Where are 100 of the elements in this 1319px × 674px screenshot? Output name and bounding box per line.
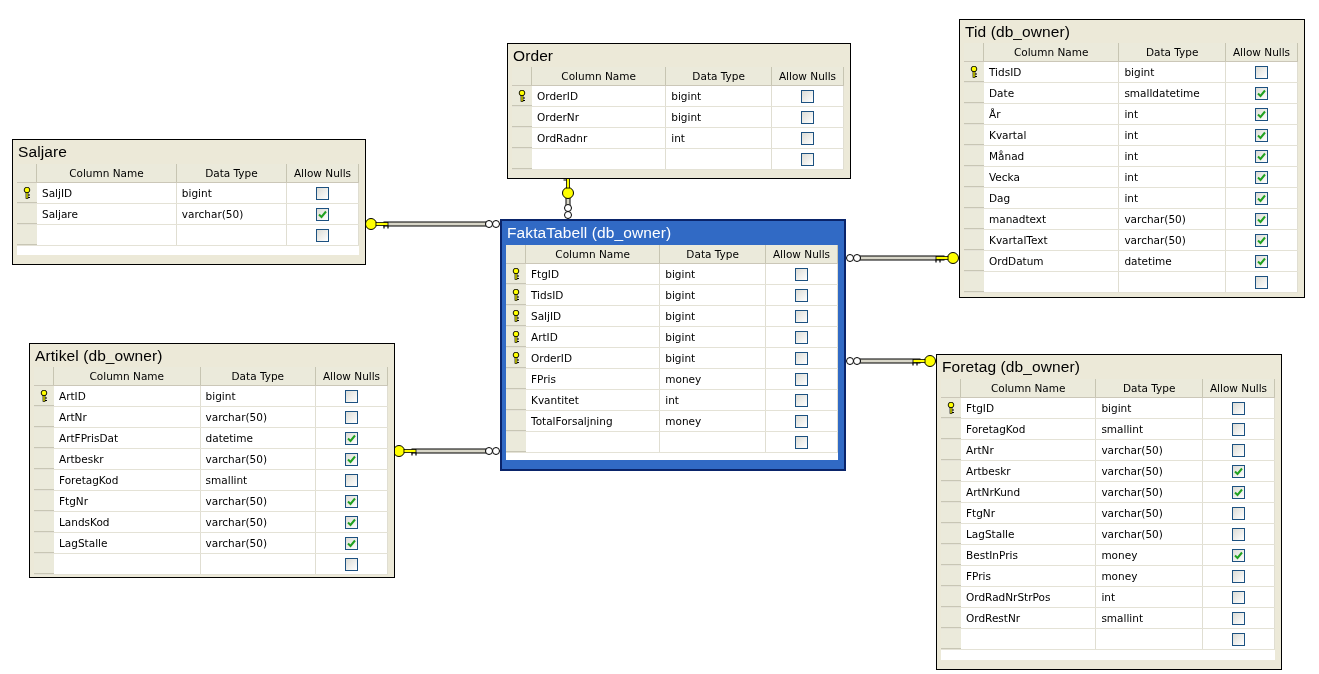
column-header[interactable]: Column Name [532,67,667,85]
allow-nulls-checkbox[interactable] [345,452,358,466]
table-cell: int [1119,167,1226,187]
allow-nulls-checkbox[interactable] [1255,212,1268,226]
allow-nulls-checkbox[interactable] [345,557,358,571]
allow-nulls-checkbox[interactable] [795,372,808,386]
column-header[interactable]: Column Name [961,379,1097,397]
allow-nulls-checkbox[interactable] [1255,86,1268,100]
row-selector[interactable] [512,86,532,106]
allow-nulls-checkbox[interactable] [1255,128,1268,142]
table-cell: bigint [1096,398,1203,418]
allow-nulls-checkbox[interactable] [795,351,808,365]
allow-nulls-checkbox[interactable] [795,393,808,407]
allow-nulls-checkbox[interactable] [1255,275,1268,289]
allow-nulls-checkbox[interactable] [1255,191,1268,205]
row-selector[interactable] [506,348,526,368]
table-panel[interactable]: FaktaTabell (db_owner) Column Name Data Type Allow Nulls FtgID bigint TidsID bigint SaljID bigint ArtID bigint OrderID bigint FPris money Kvantitet int TotalForsaljning money [500,219,846,471]
row-selector[interactable] [941,398,961,418]
table-cell: varchar(50) [200,407,316,427]
allow-nulls-checkbox[interactable] [1232,611,1245,625]
allow-nulls-checkbox[interactable] [801,152,814,166]
allow-nulls-checkbox[interactable] [795,330,808,344]
allow-nulls-checkbox[interactable] [1232,569,1245,583]
allow-nulls-checkbox[interactable] [1255,233,1268,247]
table-cell: int [1119,146,1226,166]
allow-nulls-checkbox[interactable] [801,89,814,103]
table-cell: money [660,411,766,431]
table-cell: bigint [176,183,287,203]
table-cell: bigint [660,348,766,368]
column-header[interactable]: Allow Nulls [1226,43,1298,61]
column-header[interactable]: Data Type [176,164,287,182]
allow-nulls-checkbox[interactable] [345,494,358,508]
table-cell: bigint [660,264,766,284]
allow-nulls-checkbox[interactable] [1255,65,1268,79]
column-header[interactable]: Column Name [54,367,201,385]
table-cell: bigint [1119,62,1226,82]
allow-nulls-checkbox[interactable] [345,389,358,403]
row-selector[interactable] [506,327,526,347]
allow-nulls-checkbox[interactable] [345,410,358,424]
column-header[interactable]: Allow Nulls [1203,379,1275,397]
allow-nulls-checkbox[interactable] [795,435,808,449]
table-cell: OrdDatum [984,251,1120,271]
column-header[interactable]: Column Name [526,245,661,263]
table-panel[interactable]: Order Column Name Data Type Allow Nulls OrderID bigint OrderNr bigint OrdRadnr int [507,43,851,179]
column-header[interactable]: Column Name [37,164,177,182]
column-header[interactable]: Column Name [984,43,1120,61]
allow-nulls-checkbox[interactable] [801,131,814,145]
row-selector[interactable] [506,285,526,305]
table-cell: int [1119,125,1226,145]
allow-nulls-checkbox[interactable] [795,309,808,323]
column-header[interactable]: Data Type [660,245,766,263]
allow-nulls-checkbox[interactable] [1232,548,1245,562]
allow-nulls-checkbox[interactable] [1255,107,1268,121]
allow-nulls-checkbox[interactable] [795,414,808,428]
table-cell: int [1096,587,1203,607]
allow-nulls-checkbox[interactable] [1255,254,1268,268]
column-header[interactable]: Allow Nulls [287,164,359,182]
row-selector[interactable] [964,62,984,82]
allow-nulls-checkbox[interactable] [1255,149,1268,163]
allow-nulls-checkbox[interactable] [1232,506,1245,520]
column-header[interactable]: Allow Nulls [766,245,838,263]
table-cell: manadtext [984,209,1120,229]
column-header[interactable]: Allow Nulls [772,67,844,85]
allow-nulls-checkbox[interactable] [345,536,358,550]
column-header[interactable]: Data Type [666,67,772,85]
allow-nulls-checkbox[interactable] [345,515,358,529]
allow-nulls-checkbox[interactable] [801,110,814,124]
table-panel[interactable]: Tid (db_owner) Column Name Data Type Allow Nulls TidsID bigint Date smalldatetime År int Kvartal int Månad int Vecka int Dag int manadtext varchar(50) KvartalText varchar(50) OrdDatum datetime [959,19,1305,298]
row-selector[interactable] [17,183,37,203]
table-cell: int [1119,104,1226,124]
row-selector[interactable] [34,386,54,406]
column-header[interactable]: Allow Nulls [316,367,388,385]
table-cell: varchar(50) [1096,524,1203,544]
allow-nulls-checkbox[interactable] [345,473,358,487]
column-header[interactable]: Data Type [1096,379,1203,397]
table-cell: smallint [1096,608,1203,628]
allow-nulls-checkbox[interactable] [1232,401,1245,415]
table-panel[interactable] [29,343,395,578]
row-selector[interactable] [506,264,526,284]
allow-nulls-checkbox[interactable] [795,267,808,281]
allow-nulls-checkbox[interactable] [795,288,808,302]
column-header[interactable]: Data Type [1119,43,1226,61]
allow-nulls-checkbox[interactable] [316,228,329,242]
allow-nulls-checkbox[interactable] [345,431,358,445]
table-cell: FPris [526,369,661,389]
allow-nulls-checkbox[interactable] [1232,422,1245,436]
allow-nulls-checkbox[interactable] [316,186,329,200]
allow-nulls-checkbox[interactable] [1232,464,1245,478]
allow-nulls-checkbox[interactable] [1232,527,1245,541]
allow-nulls-checkbox[interactable] [316,207,329,221]
column-header[interactable]: Data Type [200,367,316,385]
table-panel[interactable] [936,354,1282,670]
allow-nulls-checkbox[interactable] [1232,443,1245,457]
allow-nulls-checkbox[interactable] [1232,632,1245,646]
table-panel[interactable]: Saljare Column Name Data Type Allow Nulls SaljID bigint Saljare varchar(50) [12,139,366,265]
row-selector[interactable] [506,306,526,326]
allow-nulls-checkbox[interactable] [1232,590,1245,604]
table-cell: Vecka [984,167,1120,187]
allow-nulls-checkbox[interactable] [1232,485,1245,499]
allow-nulls-checkbox[interactable] [1255,170,1268,184]
